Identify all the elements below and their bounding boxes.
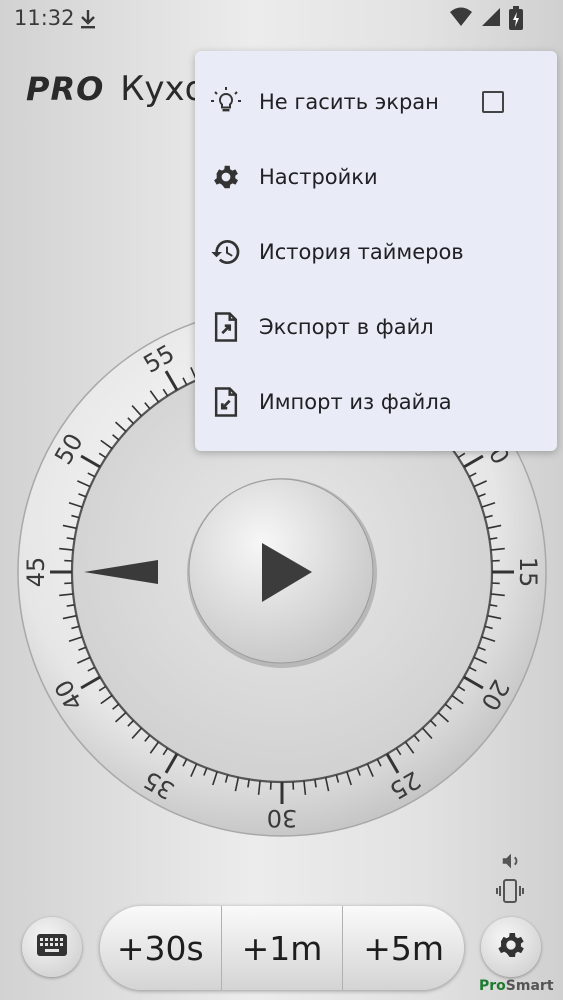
add-1m-button[interactable]: +1m	[222, 906, 344, 990]
watermark-a: Pro	[479, 978, 506, 994]
vibrate-icon[interactable]	[495, 878, 525, 908]
quick-add-group: +30s +1m +5m	[100, 906, 464, 990]
menu-label-import: Импорт из файла	[259, 389, 452, 414]
file-import-icon	[209, 385, 243, 419]
overflow-menu: Не гасить экран Настройки История таймер…	[195, 51, 557, 451]
dial-label: 15	[514, 557, 542, 588]
dial-label: 30	[267, 804, 298, 832]
menu-item-keep-screen-on[interactable]: Не гасить экран	[195, 64, 557, 139]
sound-icon[interactable]	[500, 850, 522, 876]
history-icon	[209, 235, 243, 269]
menu-label-keep-screen-on: Не гасить экран	[259, 89, 439, 114]
menu-label-export: Экспорт в файл	[259, 314, 434, 339]
menu-item-timer-history[interactable]: История таймеров	[195, 214, 557, 289]
gear-icon	[495, 929, 527, 965]
gear-icon	[209, 160, 243, 194]
menu-label-settings: Настройки	[259, 164, 378, 189]
menu-item-settings[interactable]: Настройки	[195, 139, 557, 214]
keyboard-icon	[37, 934, 67, 960]
menu-label-timer-history: История таймеров	[259, 239, 464, 264]
keep-screen-on-checkbox[interactable]	[482, 90, 504, 113]
settings-button[interactable]	[481, 917, 541, 977]
menu-item-import[interactable]: Импорт из файла	[195, 364, 557, 439]
add-5m-button[interactable]: +5m	[343, 906, 464, 990]
lightbulb-icon	[209, 85, 243, 119]
dial-label: 45	[22, 557, 50, 588]
keyboard-button[interactable]	[22, 917, 82, 977]
watermark-logo: ProSmart	[479, 978, 554, 994]
menu-item-export[interactable]: Экспорт в файл	[195, 289, 557, 364]
add-30s-button[interactable]: +30s	[100, 906, 222, 990]
watermark-b: Smart	[505, 978, 554, 994]
file-export-icon	[209, 310, 243, 344]
